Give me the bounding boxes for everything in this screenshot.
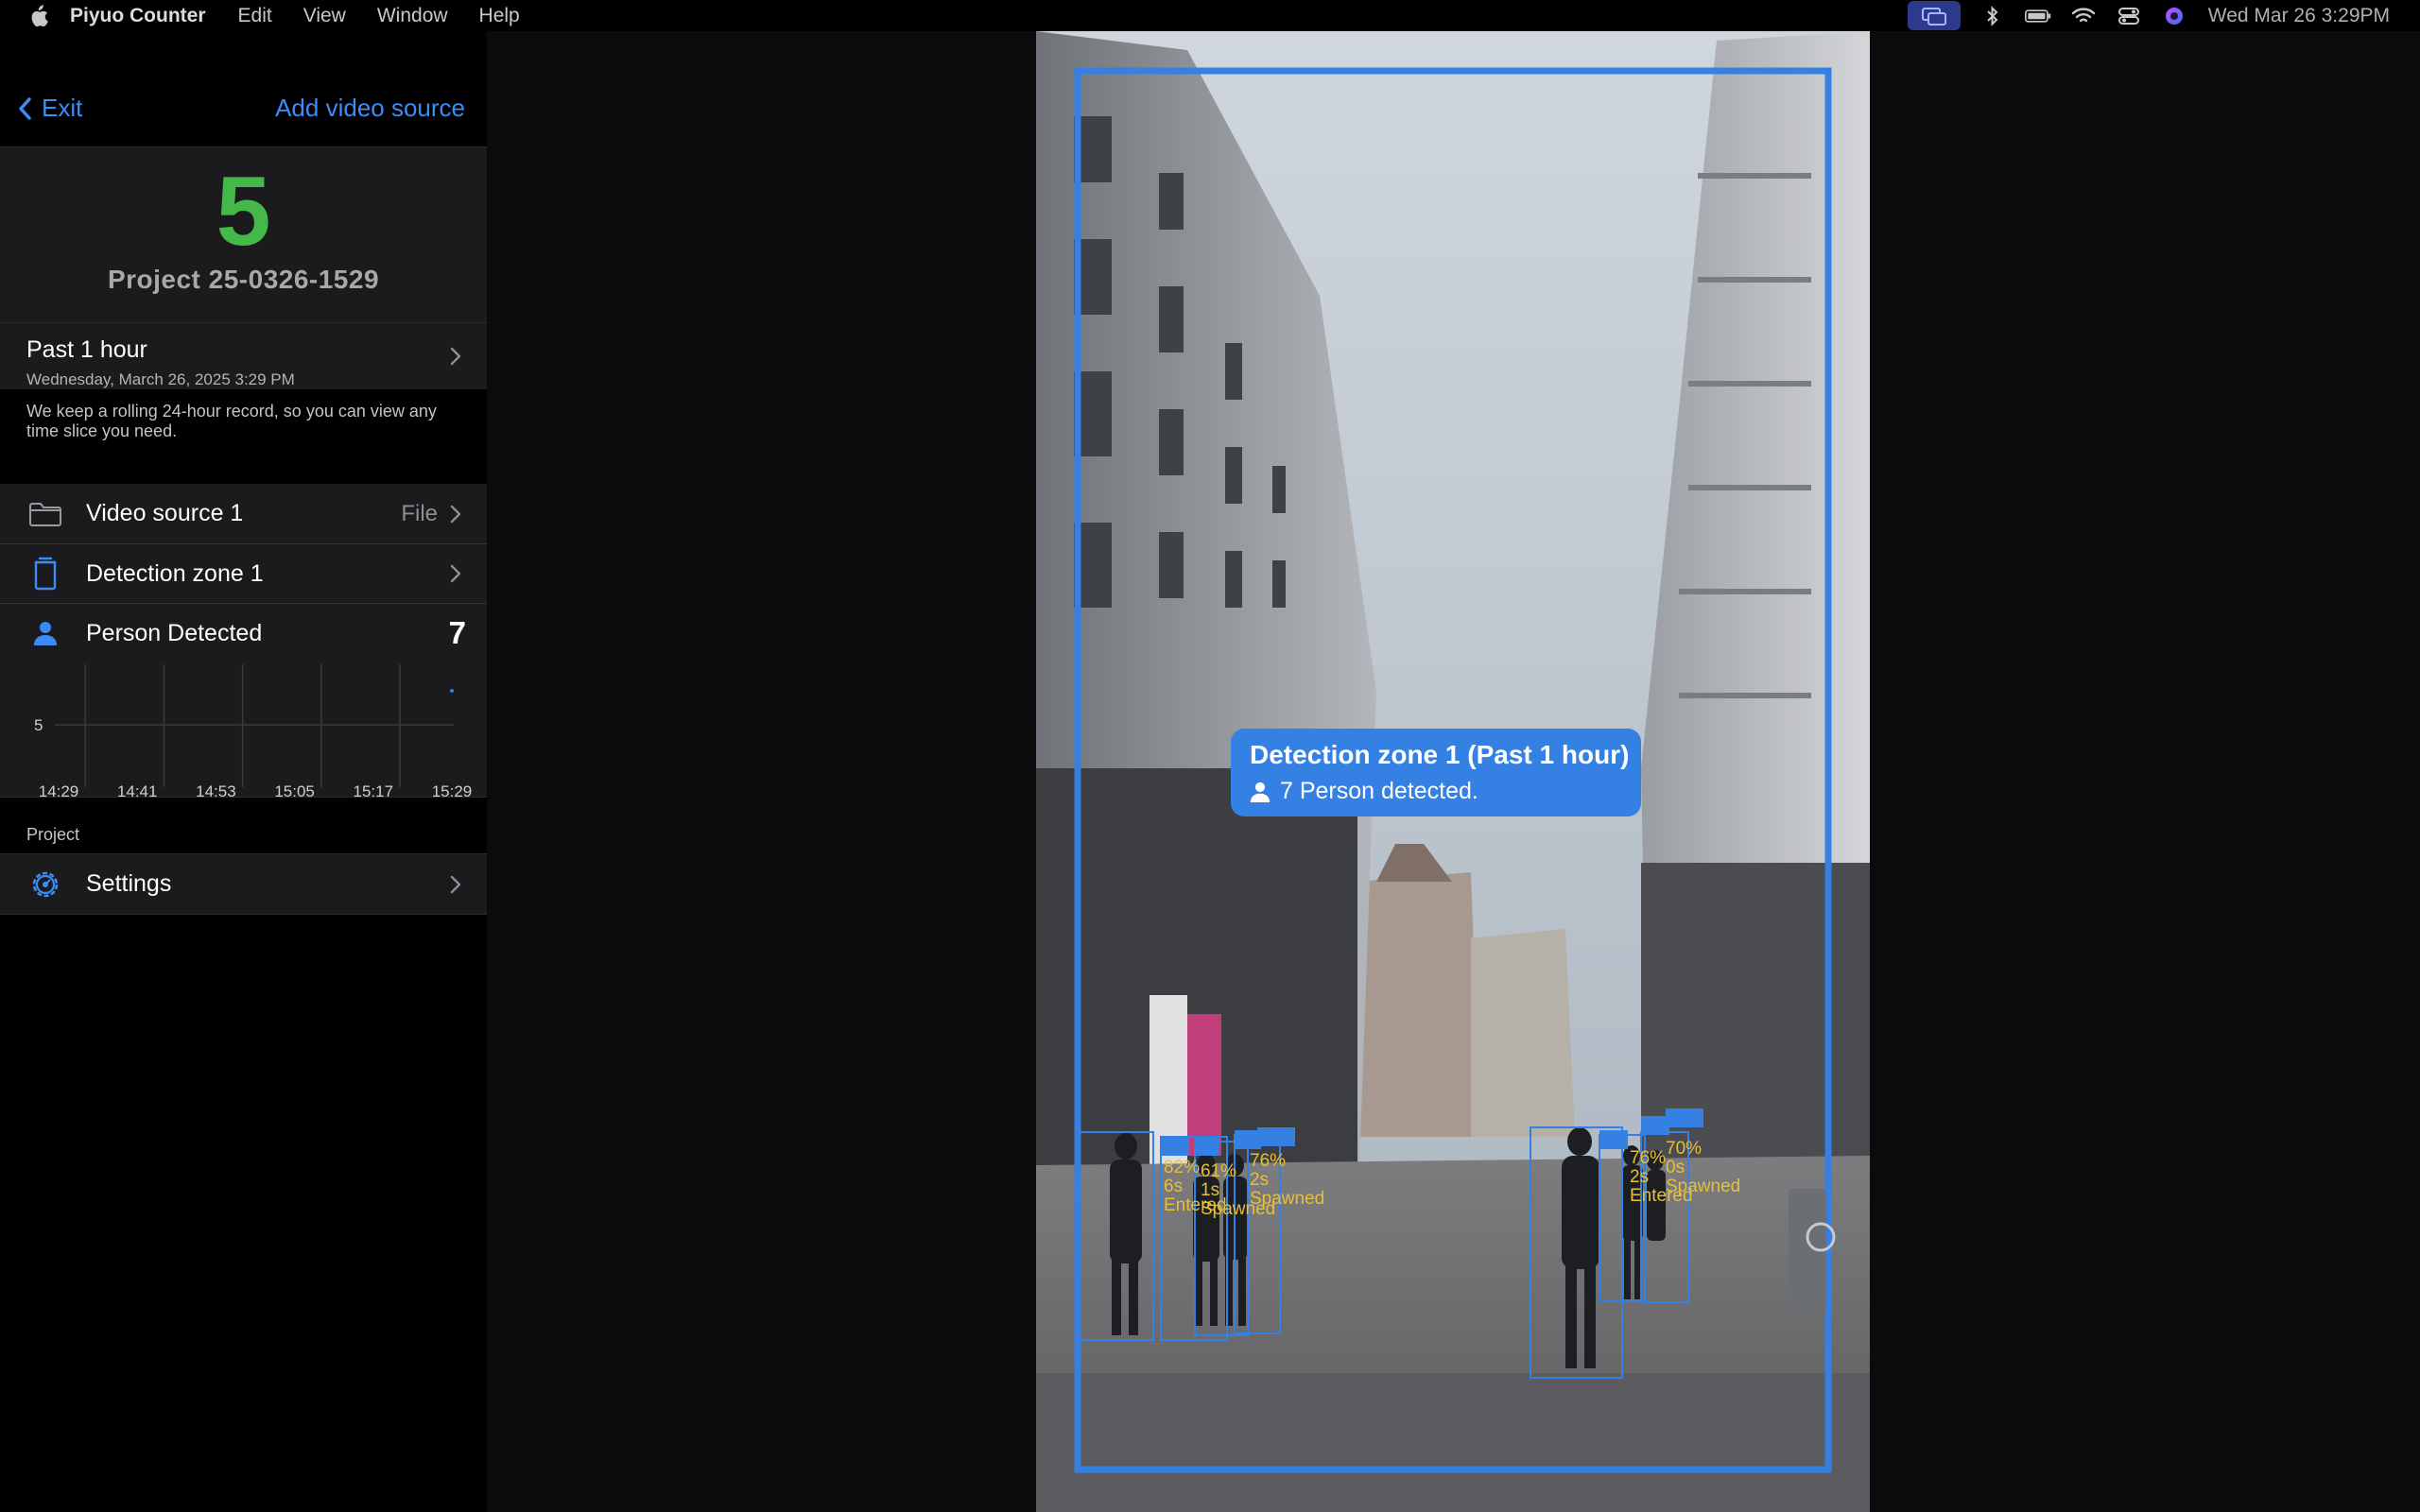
detection-zone-row[interactable]: Detection zone 1 [0, 543, 487, 603]
person-icon [26, 614, 64, 652]
person-detected-count: 7 [448, 615, 466, 650]
chevron-right-icon [450, 505, 461, 523]
settings-label: Settings [86, 870, 172, 897]
current-count: 5 [216, 157, 271, 266]
detection-zone-tooltip[interactable]: Detection zone 1 (Past 1 hour) 7 Person … [1231, 729, 1641, 816]
project-section-label: Project [26, 825, 80, 844]
video-source-type: File [401, 500, 438, 526]
exit-label: Exit [42, 94, 83, 122]
chevron-left-icon [19, 96, 31, 120]
menu-window[interactable]: Window [377, 5, 448, 27]
tooltip-subtitle: 7 Person detected. [1250, 778, 1622, 805]
chevron-right-icon [450, 564, 461, 583]
detection-zone-icon [26, 555, 64, 593]
chart-x-tick-label: 14:29 [39, 782, 79, 797]
chart-x-tick-label: 14:41 [117, 782, 158, 797]
detection-label: 70% 0s Spawned [1666, 1139, 1741, 1196]
menu-edit[interactable]: Edit [238, 5, 272, 27]
bluetooth-icon[interactable] [1979, 5, 2006, 26]
person-detected-row: Person Detected 7 [0, 603, 487, 662]
menu-clock[interactable]: Wed Mar 26 3:29PM [2208, 5, 2390, 27]
top-navigation: Exit Add video source [0, 31, 487, 146]
time-slice-row[interactable]: Past 1 hour Wednesday, March 26, 2025 3:… [0, 322, 487, 389]
tooltip-title: Detection zone 1 (Past 1 hour) [1250, 740, 1630, 769]
siri-icon[interactable] [2161, 6, 2187, 26]
chart-data-point [450, 689, 454, 693]
folder-icon [26, 495, 64, 533]
detection-zone-label: Detection zone 1 [86, 559, 264, 587]
status-area: Wed Mar 26 3:29PM [1907, 0, 2420, 31]
exit-button[interactable]: Exit [17, 94, 82, 123]
chevron-right-icon [450, 875, 461, 893]
chevron-right-icon [450, 347, 461, 366]
person-icon [1250, 782, 1270, 802]
settings-row[interactable]: Settings [0, 853, 487, 915]
video-source-row[interactable]: Video source 1 File [0, 484, 487, 543]
gear-icon [26, 866, 64, 903]
person-detected-label: Person Detected [86, 619, 263, 646]
video-source-label: Video source 1 [86, 500, 244, 526]
detection-chart: 5 14:29 14:41 14:53 15:05 15:17 15:29 [0, 662, 487, 797]
chart-x-tick-label: 15:17 [354, 782, 394, 797]
app-name-menu[interactable]: Piyuo Counter [70, 5, 206, 27]
detection-label: 76% 2s Spawned [1250, 1151, 1325, 1209]
chart-x-tick-label: 15:05 [274, 782, 315, 797]
add-video-source-button[interactable]: Add video source [275, 94, 465, 123]
menu-view[interactable]: View [303, 5, 346, 27]
chart-divider [0, 797, 487, 798]
battery-icon[interactable] [2024, 6, 2051, 26]
time-slice-date: Wednesday, March 26, 2025 3:29 PM [26, 370, 295, 388]
chart-y-tick-label: 5 [34, 716, 43, 734]
chart-plot: 5 14:29 14:41 14:53 15:05 15:17 15:29 [34, 664, 473, 797]
control-center-icon[interactable] [2116, 6, 2142, 26]
screen-mirroring-icon[interactable] [1907, 1, 1961, 30]
chart-x-tick-label: 15:29 [432, 782, 473, 797]
menu-help[interactable]: Help [479, 5, 520, 27]
tooltip-count-text: 7 Person detected. [1280, 778, 1478, 804]
counter-card: 5 Project 25-0326-1529 [0, 146, 487, 322]
time-slice-title: Past 1 hour [26, 336, 147, 363]
menu-bar: Piyuo Counter Edit View Window Help Wed … [0, 0, 2420, 31]
wifi-icon[interactable] [2070, 6, 2097, 26]
time-slice-note: We keep a rolling 24-hour record, so you… [0, 390, 487, 445]
project-name: Project 25-0326-1529 [107, 265, 380, 294]
chart-x-tick-label: 14:53 [196, 782, 236, 797]
apple-icon[interactable] [26, 4, 51, 28]
sidebar: Exit Add video source 5 Project 25-0326-… [0, 31, 487, 1512]
